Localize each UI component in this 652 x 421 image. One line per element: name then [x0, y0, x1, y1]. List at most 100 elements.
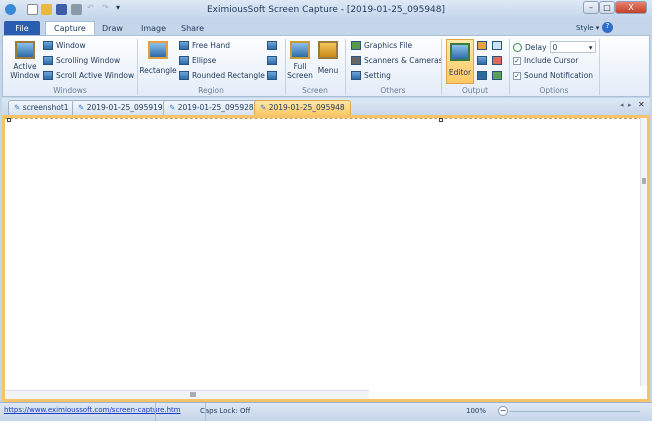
tab-image[interactable]: Image — [133, 22, 174, 36]
group-label-options: Options — [539, 86, 569, 95]
ellipse-label: Ellipse — [192, 56, 217, 65]
excel-icon[interactable] — [492, 71, 502, 80]
doc-tab[interactable]: ✎ 2019-01-25_095928 — [163, 100, 260, 115]
clock-icon — [513, 42, 522, 52]
minimize-button[interactable]: – — [583, 1, 599, 14]
help-icon[interactable]: ? — [602, 22, 613, 33]
ellipse-icon — [179, 56, 189, 65]
delay-label: Delay — [525, 42, 547, 52]
window-button[interactable]: Window — [43, 41, 86, 50]
scrolling-window-label: Scrolling Window — [56, 56, 121, 65]
save-icon[interactable] — [477, 71, 487, 80]
rounded-rectangle-button[interactable]: Rounded Rectangle — [179, 71, 265, 80]
rounded-rectangle-icon — [179, 71, 189, 80]
setting-button[interactable]: Setting — [351, 71, 391, 80]
zoom-out-icon[interactable]: − — [498, 406, 508, 416]
group-label-windows: Windows — [53, 86, 87, 95]
setting-label: Setting — [364, 71, 391, 80]
zoom-level: 100% — [466, 407, 487, 415]
divider — [599, 39, 600, 95]
full-screen-label: Full Screen — [287, 62, 313, 80]
menu-button[interactable]: Menu — [315, 41, 341, 75]
tab-capture[interactable]: Capture — [45, 21, 95, 36]
free-hand-button[interactable]: Free Hand — [179, 41, 230, 50]
window-label: Window — [56, 41, 86, 50]
graphics-file-button[interactable]: Graphics File — [351, 41, 412, 50]
region-extra-icon-1[interactable] — [267, 41, 277, 50]
save-as-icon[interactable] — [477, 56, 487, 65]
active-window-icon — [15, 41, 35, 59]
window-title: EximiousSoft Screen Capture - [2019-01-2… — [206, 5, 446, 15]
delay-control: Delay 0 ▾ — [513, 41, 596, 53]
resize-handle[interactable] — [439, 118, 443, 122]
pen-icon: ✎ — [78, 103, 85, 112]
full-screen-icon — [290, 41, 310, 59]
vertical-scroll-thumb[interactable] — [642, 178, 646, 184]
tab-scroll-right-icon[interactable]: ▸ — [628, 101, 632, 109]
tab-draw[interactable]: Draw — [94, 22, 131, 36]
group-label-screen: Screen — [302, 86, 328, 95]
chevron-down-icon: ▾ — [588, 43, 593, 52]
active-window-label: Active Window — [10, 62, 40, 80]
group-label-output: Output — [461, 86, 489, 95]
checkbox-checked-icon: ✓ — [513, 71, 521, 80]
region-extra-icon-2[interactable] — [267, 56, 277, 65]
close-button[interactable]: X — [615, 1, 647, 14]
rectangle-button[interactable]: Rectangle — [139, 41, 177, 75]
sound-notification-label: Sound Notification — [524, 71, 594, 80]
scanner-icon — [351, 56, 361, 65]
divider — [155, 403, 156, 421]
group-label-others: Others — [380, 86, 406, 95]
doc-tab-label: 2019-01-25_095928 — [177, 103, 254, 112]
free-hand-icon — [179, 41, 189, 50]
checkbox-checked-icon: ✓ — [513, 56, 521, 65]
clipboard-icon[interactable] — [477, 41, 487, 50]
doc-tab-active[interactable]: ✎ 2019-01-25_095948 — [254, 100, 351, 115]
editor-label: Editor — [448, 68, 472, 77]
rounded-rectangle-label: Rounded Rectangle — [192, 71, 265, 80]
zoom-slider[interactable] — [510, 411, 640, 412]
region-extra-icon-3[interactable] — [267, 71, 277, 80]
ribbon: Active Window Window Scrolling Window Sc… — [2, 35, 650, 97]
group-label-region: Region — [198, 86, 224, 95]
tab-file[interactable]: File — [4, 21, 40, 36]
scanners-cameras-label: Scanners & Cameras — [364, 56, 443, 65]
window-icon — [43, 41, 53, 50]
delay-select[interactable]: 0 ▾ — [549, 41, 596, 53]
pdf-icon[interactable] — [492, 56, 502, 65]
scroll-active-window-button[interactable]: Scroll Active Window — [43, 71, 134, 80]
free-hand-label: Free Hand — [192, 41, 231, 50]
menu-label: Menu — [317, 66, 339, 75]
caps-lock-status: Caps Lock: Off — [200, 407, 251, 415]
pen-icon: ✎ — [14, 103, 21, 112]
vertical-scrollbar[interactable] — [640, 118, 647, 386]
doc-tab[interactable]: ✎ screenshot1 — [8, 100, 75, 115]
horizontal-scrollbar[interactable] — [5, 390, 369, 399]
include-cursor-checkbox[interactable]: ✓ Include Cursor — [513, 56, 578, 65]
copy-icon[interactable] — [492, 41, 502, 50]
doc-tab-label: 2019-01-25_095948 — [268, 103, 345, 112]
active-window-button[interactable]: Active Window — [7, 41, 43, 80]
close-tab-icon[interactable]: ✕ — [638, 100, 645, 109]
sound-notification-checkbox[interactable]: ✓ Sound Notification — [513, 71, 593, 80]
full-screen-button[interactable]: Full Screen — [287, 41, 313, 80]
horizontal-scroll-thumb[interactable] — [190, 392, 196, 397]
scanners-cameras-button[interactable]: Scanners & Cameras — [351, 56, 443, 65]
maximize-button[interactable]: □ — [599, 1, 615, 14]
doc-tab[interactable]: ✎ 2019-01-25_095919 — [72, 100, 169, 115]
style-menu[interactable]: Style ▾ — [576, 24, 599, 32]
tab-share[interactable]: Share — [173, 22, 212, 36]
doc-tab-label: 2019-01-25_095919 — [86, 103, 163, 112]
ellipse-button[interactable]: Ellipse — [179, 56, 216, 65]
capture-canvas[interactable] — [2, 115, 650, 402]
scrolling-window-button[interactable]: Scrolling Window — [43, 56, 120, 65]
doc-tab-label: screenshot1 — [22, 103, 69, 112]
divider — [205, 403, 206, 421]
editor-button[interactable]: Editor — [446, 39, 474, 84]
graphics-file-icon — [351, 41, 361, 50]
selection-border — [5, 118, 647, 120]
resize-handle[interactable] — [7, 118, 11, 122]
tab-scroll-left-icon[interactable]: ◂ — [620, 101, 624, 109]
graphics-file-label: Graphics File — [364, 41, 413, 50]
scroll-active-window-label: Scroll Active Window — [56, 71, 135, 80]
